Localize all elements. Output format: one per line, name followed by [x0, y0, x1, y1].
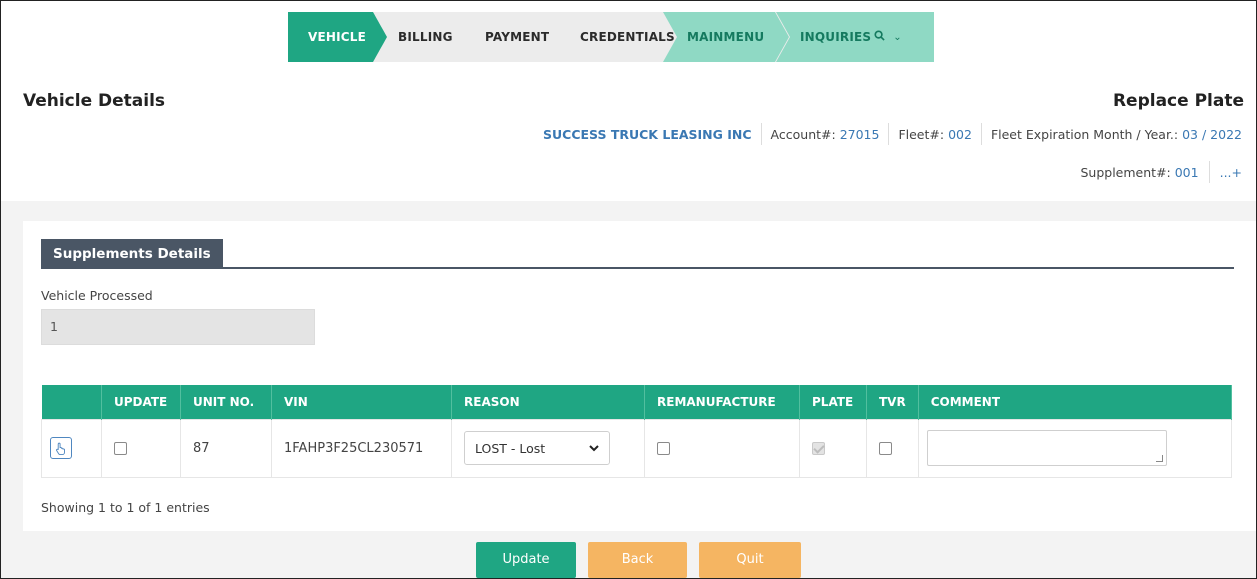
action-buttons: Update Back Quit [476, 542, 813, 578]
reason-select-value: LOST - Lost [475, 440, 546, 456]
quit-button[interactable]: Quit [699, 542, 801, 578]
divider [980, 123, 982, 145]
chevron-down-icon: ⌄ [893, 31, 902, 43]
unit-no-cell: 87 [180, 418, 272, 478]
row-select-cell [41, 418, 102, 478]
column-header-unit-no: UNIT NO. [180, 385, 272, 419]
table-info: Showing 1 to 1 of 1 entries [41, 500, 210, 515]
remanufacture-checkbox[interactable] [657, 441, 670, 455]
update-cell [101, 418, 181, 478]
back-button[interactable]: Back [588, 542, 687, 578]
account-label: Account#: [770, 126, 836, 142]
column-header-comment: COMMENT [918, 385, 1233, 419]
column-header-update: UPDATE [101, 385, 181, 419]
vin-cell: 1FAHP3F25CL230571 [271, 418, 452, 478]
remanufacture-cell [644, 418, 800, 478]
supplement-info-bar: Supplement#: 001 ...+ [1080, 161, 1242, 183]
hand-pointer-icon [56, 442, 65, 455]
section-header: Supplements Details [41, 239, 1234, 269]
section-title: Supplements Details [41, 239, 223, 269]
fleet-label: Fleet#: [898, 126, 945, 142]
column-header-reason: REASON [451, 385, 645, 419]
tvr-checkbox[interactable] [879, 441, 892, 455]
reason-cell: LOST - Lost [451, 418, 645, 478]
supplements-table: UPDATE UNIT NO. VIN REASON REMANUFACTURE… [41, 385, 1233, 478]
comment-cell [917, 418, 1233, 478]
row-select-button[interactable] [50, 437, 72, 459]
account-value: 27015 [839, 126, 880, 142]
supplement-value: 001 [1174, 164, 1199, 180]
app-frame: VEHICLE BILLING PAYMENT CREDENTIALS MAIN… [0, 0, 1257, 579]
tab-credentials[interactable]: CREDENTIALS [556, 12, 676, 62]
plate-checkbox [812, 441, 825, 455]
search-icon [874, 30, 885, 44]
plate-cell [799, 418, 867, 478]
more-info-link[interactable]: ...+ [1220, 165, 1242, 180]
tab-mainmenu[interactable]: MAINMENU [663, 12, 789, 62]
column-header-remanufacture: REMANUFACTURE [644, 385, 800, 419]
column-header-plate: PLATE [799, 385, 867, 419]
chevron-down-icon [589, 442, 599, 455]
wizard-nav: VEHICLE BILLING PAYMENT CREDENTIALS MAIN… [288, 12, 934, 62]
vehicle-processed-label: Vehicle Processed [41, 288, 153, 303]
column-header-select [41, 385, 102, 419]
transaction-title: Replace Plate [1112, 91, 1244, 111]
reason-select[interactable]: LOST - Lost [464, 431, 610, 465]
tab-vehicle[interactable]: VEHICLE [288, 12, 387, 62]
tab-inquiries[interactable]: INQUIRIES ⌄ [776, 12, 934, 62]
update-button[interactable]: Update [476, 542, 576, 578]
column-header-tvr: TVR [866, 385, 919, 419]
expiry-label: Fleet Expiration Month / Year.: [990, 126, 1179, 142]
account-info-bar: SUCCESS TRUCK LEASING INC Account#: 2701… [543, 123, 1242, 145]
tab-payment[interactable]: PAYMENT [461, 12, 569, 62]
vehicle-processed-field: 1 [41, 309, 315, 345]
tvr-cell [866, 418, 919, 478]
supplement-label: Supplement#: [1080, 164, 1171, 180]
supplements-card: Supplements Details Vehicle Processed 1 … [23, 221, 1256, 531]
comment-textarea[interactable] [926, 430, 1167, 466]
update-checkbox[interactable] [114, 441, 127, 455]
page-title: Vehicle Details [23, 91, 166, 111]
column-header-vin: VIN [271, 385, 452, 419]
company-name: SUCCESS TRUCK LEASING INC [543, 126, 752, 142]
divider [1208, 161, 1210, 183]
tab-billing[interactable]: BILLING [374, 12, 474, 62]
table-row: 87 1FAHP3F25CL230571 LOST - Lost [41, 418, 1233, 478]
divider [760, 123, 762, 145]
table-header-row: UPDATE UNIT NO. VIN REASON REMANUFACTURE… [41, 385, 1233, 419]
fleet-value: 002 [948, 126, 972, 142]
divider [888, 123, 890, 145]
expiry-value: 03 / 2022 [1182, 126, 1242, 142]
